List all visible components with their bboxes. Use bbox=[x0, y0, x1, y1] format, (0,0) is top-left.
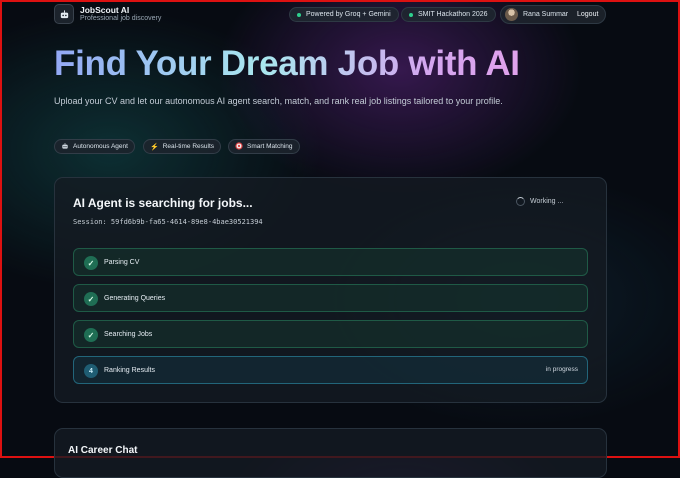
tag-label: Real-time Results bbox=[162, 143, 215, 150]
hero-title: Find Your Dream Job with AI bbox=[54, 44, 520, 83]
check-icon: ✓ bbox=[84, 328, 98, 342]
career-chat-card: AI Career Chat bbox=[54, 428, 607, 478]
event-label: SMIT Hackathon 2026 bbox=[418, 11, 488, 18]
hero-subtitle: Upload your CV and let our autonomous AI… bbox=[54, 96, 503, 106]
top-navbar: JobScout AI Professional job discovery P… bbox=[54, 4, 606, 26]
tag-label: Smart Matching bbox=[247, 143, 293, 150]
tag-smart-matching: Smart Matching bbox=[228, 139, 300, 154]
logout-button[interactable]: Logout bbox=[574, 9, 601, 20]
step-label: Parsing CV bbox=[104, 259, 140, 266]
step-searching-jobs: ✓ Searching Jobs bbox=[73, 320, 588, 348]
step-generating-queries: ✓ Generating Queries bbox=[73, 284, 588, 312]
agent-progress-card: AI Agent is searching for jobs... Sessio… bbox=[54, 177, 607, 403]
robot-icon bbox=[61, 142, 69, 152]
step-label: Searching Jobs bbox=[104, 331, 153, 338]
check-icon: ✓ bbox=[84, 292, 98, 306]
avatar[interactable] bbox=[505, 8, 518, 21]
check-icon: ✓ bbox=[84, 256, 98, 270]
target-icon bbox=[235, 141, 243, 152]
tag-real-time-results: ⚡ Real-time Results bbox=[143, 139, 222, 154]
agent-title: AI Agent is searching for jobs... bbox=[73, 196, 253, 210]
user-name: Rana Summar bbox=[523, 11, 569, 18]
brand-name: JobScout AI bbox=[80, 5, 130, 15]
chat-title: AI Career Chat bbox=[68, 445, 138, 456]
spinner-icon bbox=[516, 197, 525, 206]
lightning-icon: ⚡ bbox=[150, 143, 159, 151]
status-dot-icon bbox=[297, 12, 301, 17]
event-badge: SMIT Hackathon 2026 bbox=[401, 7, 496, 22]
tag-label: Autonomous Agent bbox=[73, 143, 128, 150]
step-number-badge: 4 bbox=[84, 364, 98, 378]
working-indicator: Working ... bbox=[516, 197, 563, 206]
step-parsing-cv: ✓ Parsing CV bbox=[73, 248, 588, 276]
status-dot-icon bbox=[409, 12, 413, 17]
user-menu: Rana Summar Logout bbox=[500, 5, 606, 24]
powered-by-label: Powered by Groq + Gemini bbox=[306, 11, 391, 18]
powered-by-badge: Powered by Groq + Gemini bbox=[289, 7, 399, 22]
app-logo[interactable] bbox=[54, 4, 74, 24]
step-ranking-results: 4 Ranking Results in progress bbox=[73, 356, 588, 384]
session-id: Session: 59fd6b9b-fa65-4614-89e8-4bae305… bbox=[73, 218, 263, 226]
step-label: Generating Queries bbox=[104, 295, 166, 302]
tag-autonomous-agent: Autonomous Agent bbox=[54, 139, 135, 154]
step-label: Ranking Results bbox=[104, 367, 155, 374]
brand-tagline: Professional job discovery bbox=[80, 15, 162, 22]
robot-icon bbox=[60, 9, 68, 18]
working-label: Working ... bbox=[530, 198, 564, 205]
step-status-badge: in progress bbox=[545, 366, 578, 373]
